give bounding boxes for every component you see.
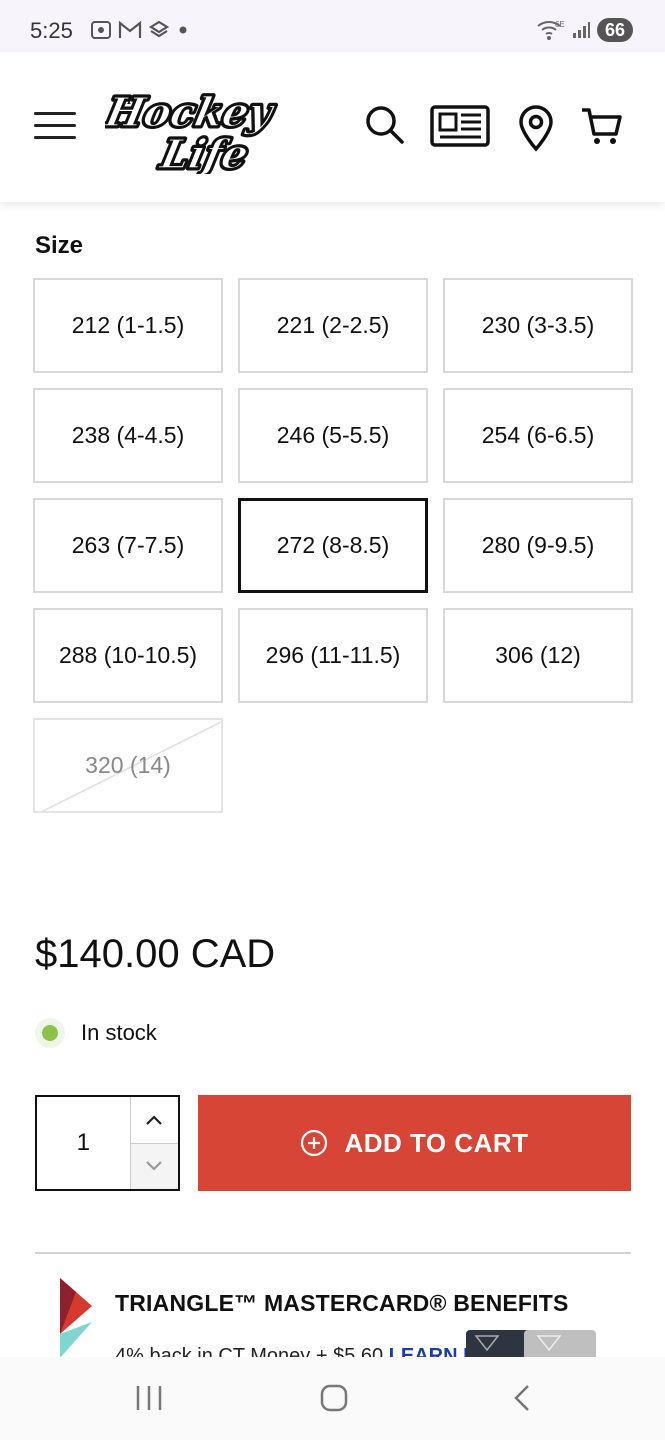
recent-apps-icon[interactable] [134,1383,164,1413]
plus-circle-icon [301,1129,328,1157]
stock-indicator-dot [35,1018,65,1048]
size-option[interactable]: 296 (11-11.5) [238,608,428,703]
size-option[interactable]: 238 (4-4.5) [33,388,223,483]
status-time: 5:25 [30,18,73,43]
back-icon[interactable] [508,1383,538,1413]
size-option[interactable]: 306 (12) [443,608,633,703]
cart-icon[interactable] [580,104,624,148]
screenshot-icon [91,21,111,39]
svg-text:Life: Life [156,130,253,174]
size-option[interactable]: 288 (10-10.5) [33,608,223,703]
status-bar: 5:25 6E 66 [0,0,665,52]
pro-hockey-life-logo[interactable]: Pro Hockey Hockey Life Life [105,82,285,174]
quantity-decrease-button[interactable] [130,1143,178,1189]
stock-status: In stock [35,1018,157,1048]
dot-icon [179,26,187,34]
quantity-increase-button[interactable] [130,1097,178,1144]
promo-text: 4% back in CT Money + $5.60 LEARN MORE [115,1345,523,1357]
add-to-cart-button[interactable]: ADD TO CART [198,1095,631,1191]
size-option[interactable]: 280 (9-9.5) [443,498,633,593]
size-option-label: 212 (1-1.5) [71,312,185,338]
gmail-icon [118,20,142,38]
status-notification-icons [90,19,190,41]
system-navigation-bar [0,1357,665,1440]
svg-text:6E: 6E [555,20,565,29]
credit-cards-image [466,1328,598,1358]
size-option[interactable]: 263 (7-7.5) [33,498,223,593]
wifi-icon: 6E [537,20,565,40]
quantity-input[interactable]: 1 [37,1097,130,1189]
signal-icon [572,22,590,38]
stock-label: In stock [81,1020,157,1045]
status-system-icons: 6E 66 [535,18,633,42]
size-option[interactable]: 246 (5-5.5) [238,388,428,483]
size-option[interactable]: 272 (8-8.5) [238,498,428,593]
size-option-label: 263 (7-7.5) [71,532,185,558]
size-option[interactable]: 230 (3-3.5) [443,278,633,373]
app-icon [148,20,170,38]
size-option-label: 280 (9-9.5) [481,532,595,558]
product-price: $140.00 CAD [35,932,276,976]
promo-title: TRIANGLE™ MASTERCARD® BENEFITS [115,1290,569,1316]
size-option-label: 230 (3-3.5) [481,312,595,338]
hamburger-menu-icon[interactable] [34,112,76,142]
size-option-label: 288 (10-10.5) [58,642,198,668]
section-divider [35,1252,631,1254]
size-options-grid: 212 (1-1.5) 221 (2-2.5) 230 (3-3.5) 238 (4-… [33,278,633,813]
chevron-up-icon [146,1115,163,1125]
size-option[interactable]: 212 (1-1.5) [33,278,223,373]
site-header: Pro Hockey Hockey Life Life [0,52,665,202]
size-label: Size [35,232,84,259]
battery-indicator: 66 [596,18,633,42]
size-option-label: 320 (14) [85,752,171,778]
svg-text:Hockey: Hockey [105,88,279,135]
chevron-down-icon [146,1161,163,1171]
location-pin-icon[interactable] [517,104,555,152]
size-option-label: 296 (11-11.5) [265,642,401,668]
size-option[interactable]: 254 (6-6.5) [443,388,633,483]
size-option-label: 221 (2-2.5) [276,312,390,338]
quantity-step-buttons [129,1097,178,1189]
size-option: 320 (14) [33,718,223,813]
newspaper-icon[interactable] [430,104,490,148]
triangle-logo-icon [60,1278,92,1358]
size-option-label: 254 (6-6.5) [481,422,595,448]
home-icon[interactable] [319,1383,349,1413]
size-option-label: 238 (4-4.5) [71,422,185,448]
search-icon[interactable] [364,104,406,146]
quantity-stepper[interactable]: 1 [35,1095,180,1191]
size-option-label: 306 (12) [495,642,581,668]
size-option[interactable]: 221 (2-2.5) [238,278,428,373]
add-to-cart-label: ADD TO CART [344,1127,529,1158]
size-option-label: 272 (8-8.5) [276,532,390,558]
size-option-label: 246 (5-5.5) [276,422,390,448]
